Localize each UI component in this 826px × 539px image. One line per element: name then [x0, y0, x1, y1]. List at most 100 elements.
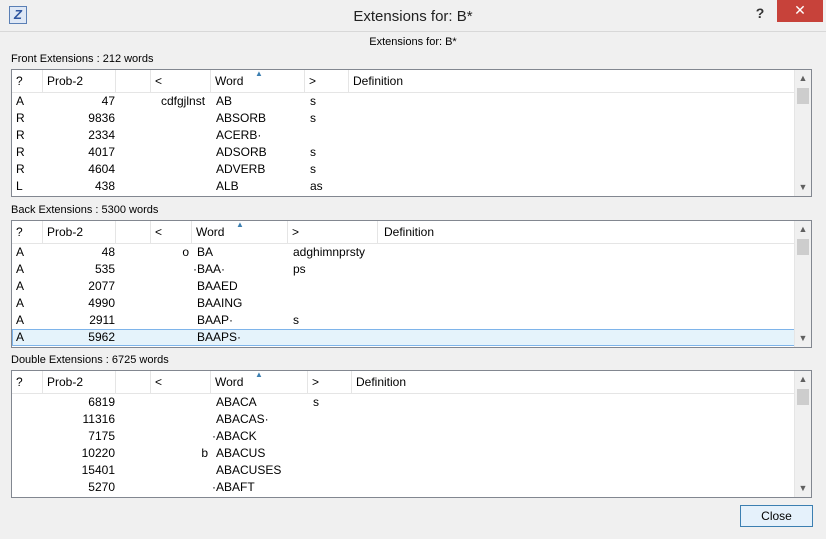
- cell-word: ABACUSES: [216, 463, 282, 477]
- col-header-q[interactable]: ?: [12, 70, 43, 92]
- scroll-down-icon[interactable]: ▼: [795, 480, 811, 497]
- col-header-word[interactable]: Word ▲: [192, 221, 288, 243]
- cell-front-hooks: [151, 295, 189, 312]
- cell-back-hooks: adghimnprsty: [293, 245, 366, 259]
- cell-word: BAAED: [197, 279, 238, 293]
- table-row[interactable]: 5270 ·ABAFT: [12, 479, 811, 496]
- table-row[interactable]: 7175 ·ABACK: [12, 428, 811, 445]
- col-header-word[interactable]: Word ▲: [211, 371, 308, 393]
- scroll-down-icon[interactable]: ▼: [795, 330, 811, 347]
- cell-q: A: [16, 313, 25, 327]
- scroll-thumb[interactable]: [797, 389, 809, 405]
- cell-q: R: [16, 111, 25, 125]
- double-vertical-scrollbar[interactable]: ▲ ▼: [794, 371, 811, 497]
- col-header-word-label: Word: [215, 375, 244, 389]
- table-row[interactable]: A 2077 BAAED: [12, 278, 811, 295]
- col-header-front-hooks[interactable]: <: [151, 371, 211, 393]
- cell-prob: 4990: [88, 296, 115, 310]
- cell-back-hooks: s: [293, 313, 299, 327]
- cell-q: R: [16, 128, 25, 142]
- table-row[interactable]: A 535 ·BAA· ps: [12, 261, 811, 278]
- table-row[interactable]: R 9836 ABSORB s: [12, 110, 811, 127]
- cell-word: ABACUS: [216, 446, 266, 460]
- col-header-back-hooks[interactable]: >: [308, 371, 352, 393]
- double-extensions-grid[interactable]: ? Prob-2 < Word ▲ > Definition 6819 ABAC…: [11, 370, 812, 498]
- sort-ascending-icon: ▲: [255, 69, 263, 78]
- cell-front-hooks: b: [201, 446, 208, 460]
- scroll-up-icon[interactable]: ▲: [795, 371, 811, 388]
- col-header-q[interactable]: ?: [12, 221, 43, 243]
- back-grid-header: ? Prob-2 < Word ▲ > Definition: [12, 221, 811, 244]
- table-row[interactable]: 6819 ABACA s: [12, 394, 811, 411]
- cell-q: R: [16, 145, 25, 159]
- cell-prob: 2077: [88, 279, 115, 293]
- cell-back-hooks: s: [310, 111, 316, 125]
- scroll-down-icon[interactable]: ▼: [795, 179, 811, 196]
- table-row[interactable]: A 47 cdfgjlnst AB s: [12, 93, 811, 110]
- table-row[interactable]: A 2911 BAAP· s: [12, 312, 811, 329]
- col-header-front-hooks[interactable]: <: [151, 221, 192, 243]
- cell-front-hooks: [151, 462, 208, 479]
- cell-prob: 2911: [89, 313, 115, 327]
- col-header-word[interactable]: Word ▲: [211, 70, 305, 92]
- table-row[interactable]: R 2334 ACERB·: [12, 127, 811, 144]
- table-row[interactable]: L 438 ALB as: [12, 178, 811, 195]
- col-header-q[interactable]: ?: [12, 371, 43, 393]
- table-row[interactable]: 10220 b ABACUS: [12, 445, 811, 462]
- front-grid-header: ? Prob-2 < Word ▲ > Definition: [12, 70, 811, 93]
- close-button[interactable]: Close: [740, 505, 813, 527]
- cell-word: BA: [197, 245, 214, 259]
- col-header-prob[interactable]: Prob-2: [43, 371, 116, 393]
- scroll-thumb[interactable]: [797, 88, 809, 104]
- front-vertical-scrollbar[interactable]: ▲ ▼: [794, 70, 811, 196]
- col-header-definition[interactable]: Definition: [349, 70, 796, 92]
- col-header-spacer: [116, 371, 151, 393]
- table-row[interactable]: 15401 ABACUSES: [12, 462, 811, 479]
- col-header-prob[interactable]: Prob-2: [43, 70, 116, 92]
- col-header-definition[interactable]: Definition: [352, 371, 796, 393]
- col-header-back-hooks[interactable]: >: [305, 70, 349, 92]
- cell-prob: 47: [101, 94, 115, 108]
- back-extensions-grid[interactable]: ? Prob-2 < Word ▲ > Definition A 48 o BA…: [11, 220, 812, 348]
- col-header-back-hooks[interactable]: >: [288, 221, 378, 243]
- cell-word: ·BAA·: [193, 262, 226, 276]
- table-row[interactable]: R 4604 ADVERB s: [12, 161, 811, 178]
- table-row[interactable]: R 4017 ADSORB s: [12, 144, 811, 161]
- table-row-selected[interactable]: A 5962 BAAPS·: [12, 329, 811, 346]
- cell-front-hooks: [151, 394, 208, 411]
- scroll-up-icon[interactable]: ▲: [795, 221, 811, 238]
- col-header-spacer: [116, 70, 151, 92]
- col-header-front-hooks[interactable]: <: [151, 70, 211, 92]
- front-extensions-grid[interactable]: ? Prob-2 < Word ▲ > Definition A 47 cdfg…: [11, 69, 812, 197]
- cell-q: A: [16, 330, 25, 344]
- cell-word: ACERB·: [216, 128, 262, 142]
- cell-prob: 6819: [88, 395, 115, 409]
- cell-word: BAAPS·: [197, 330, 242, 344]
- front-extensions-label: Front Extensions : 212 words: [11, 53, 154, 65]
- close-window-button[interactable]: ✕: [777, 0, 823, 22]
- cell-prob: 11316: [82, 412, 115, 426]
- cell-word: ABACAS·: [216, 412, 269, 426]
- cell-front-hooks: cdfgjlnst: [161, 94, 206, 108]
- table-row[interactable]: 11316 ABACAS·: [12, 411, 811, 428]
- cell-back-hooks: s: [313, 395, 319, 409]
- double-grid-header: ? Prob-2 < Word ▲ > Definition: [12, 371, 811, 394]
- col-header-definition[interactable]: Definition: [378, 221, 796, 243]
- scroll-up-icon[interactable]: ▲: [795, 70, 811, 87]
- back-vertical-scrollbar[interactable]: ▲ ▼: [794, 221, 811, 347]
- window-title: Extensions for: B*: [353, 8, 473, 25]
- cell-word: ·ABACK: [212, 429, 257, 443]
- cell-word: BAAING: [197, 296, 243, 310]
- cell-word: BAAP·: [197, 313, 234, 327]
- col-header-prob[interactable]: Prob-2: [43, 221, 116, 243]
- cell-prob: 7175: [88, 429, 115, 443]
- cell-front-hooks: [151, 261, 189, 278]
- cell-prob: 2334: [88, 128, 115, 142]
- cell-back-hooks: ps: [293, 262, 306, 276]
- scroll-thumb[interactable]: [797, 239, 809, 255]
- help-button[interactable]: ?: [748, 3, 772, 23]
- table-row[interactable]: A 48 o BA adghimnprsty: [12, 244, 811, 261]
- cell-back-hooks: s: [310, 145, 316, 159]
- table-row[interactable]: A 4990 BAAING: [12, 295, 811, 312]
- col-header-word-label: Word: [215, 74, 244, 88]
